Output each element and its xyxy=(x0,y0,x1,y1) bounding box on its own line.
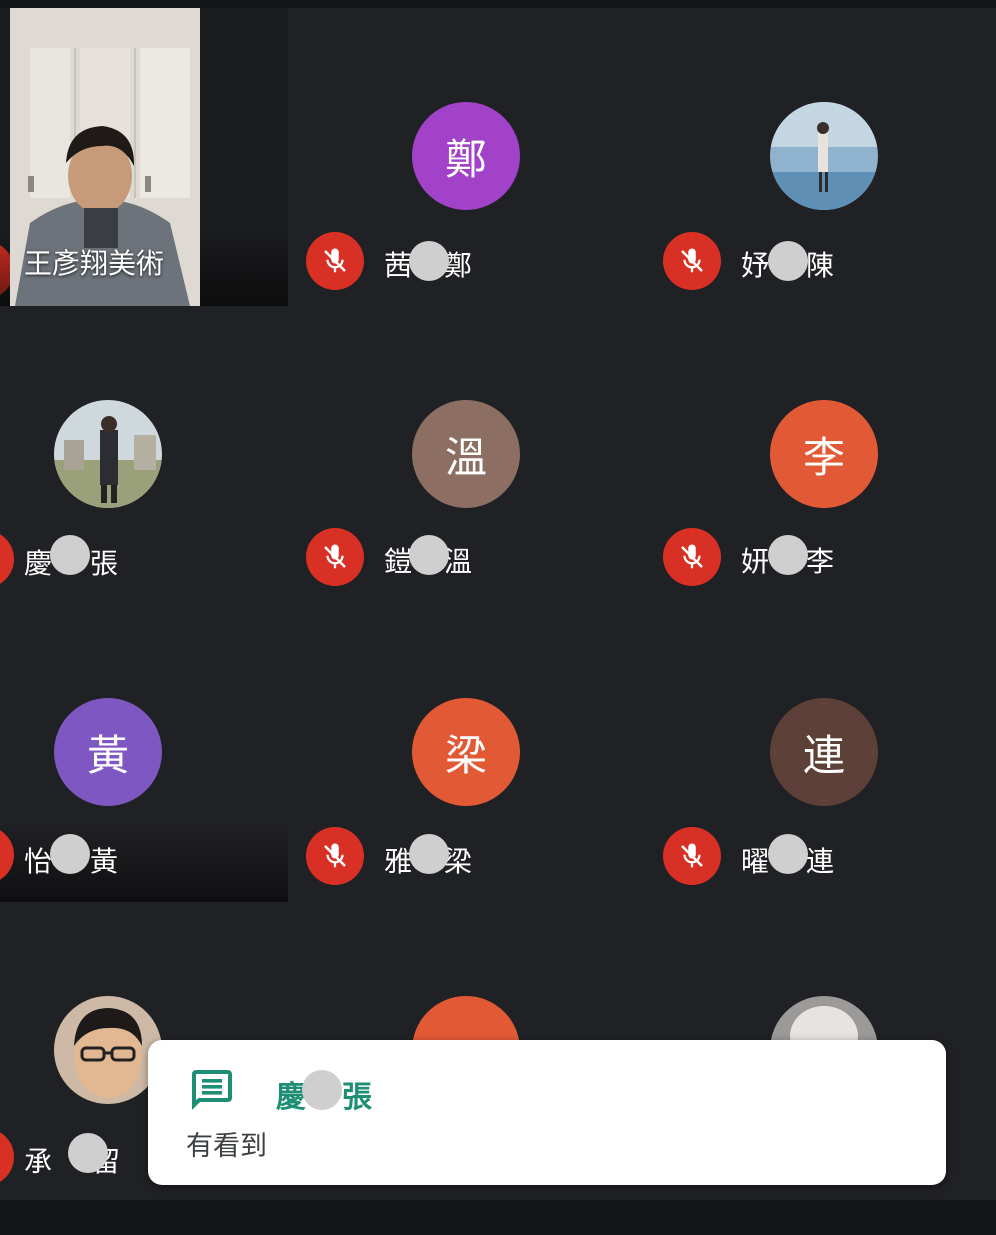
mic-off-badge xyxy=(663,827,721,885)
participant-name-end: 連 xyxy=(806,845,835,878)
participant-avatar: 溫 xyxy=(412,400,520,508)
participant-name-end: 梁 xyxy=(444,845,473,878)
mic-off-icon xyxy=(681,544,703,569)
participant-name-start: 雅 xyxy=(384,845,413,878)
participant-name-start: 茜 xyxy=(384,249,413,282)
redaction-dot xyxy=(768,535,808,575)
participant-avatar: 李 xyxy=(770,400,878,508)
mic-off-icon xyxy=(681,843,703,868)
photo xyxy=(54,400,162,508)
mic-off-badge xyxy=(306,232,364,290)
mic-off-icon xyxy=(324,544,346,569)
chat-sender-end: 張 xyxy=(342,1080,372,1115)
participant-tile[interactable]: 鄭 茜 鄭 xyxy=(288,8,644,306)
participant-avatar: 連 xyxy=(770,698,878,806)
participant-name-start: 怡 xyxy=(24,845,53,878)
mic-off-icon xyxy=(324,843,346,868)
participant-tile[interactable]: 妤 陳 xyxy=(644,8,996,306)
redaction-dot xyxy=(409,241,449,281)
mic-off-badge xyxy=(306,827,364,885)
photo xyxy=(54,996,162,1104)
mic-off-badge xyxy=(0,826,14,884)
mic-off-badge xyxy=(663,232,721,290)
participant-tile[interactable]: 溫 鎧 溫 xyxy=(288,306,644,604)
photo xyxy=(770,102,878,210)
participant-name-start: 慶 xyxy=(24,547,53,580)
participant-photo-avatar xyxy=(54,400,162,508)
participant-name-end: 陳 xyxy=(806,249,835,282)
participant-name-start: 妍 xyxy=(741,545,770,578)
participant-tile[interactable]: 連 曜 連 xyxy=(644,604,996,902)
redaction-dot xyxy=(68,1133,108,1173)
participant-avatar: 鄭 xyxy=(412,102,520,210)
redaction-dot xyxy=(409,834,449,874)
redaction-dot xyxy=(768,834,808,874)
participant-name-end: 黃 xyxy=(90,845,119,878)
redaction-dot xyxy=(768,241,808,281)
mic-off-icon xyxy=(324,248,346,273)
chat-message-text: 有看到 xyxy=(186,1131,267,1162)
redaction-dot xyxy=(302,1070,342,1110)
participant-name-start: 曜 xyxy=(741,845,770,878)
mic-off-badge xyxy=(0,530,14,588)
redaction-dot xyxy=(409,535,449,575)
redaction-dot xyxy=(50,834,90,874)
participant-photo-avatar xyxy=(770,102,878,210)
participant-photo-avatar xyxy=(54,996,162,1104)
redaction-dot xyxy=(50,535,90,575)
mic-off-icon xyxy=(681,248,703,273)
participant-tile[interactable]: 李 妍 李 xyxy=(644,306,996,604)
chat-message-toast[interactable]: 慶張 有看到 xyxy=(148,1040,946,1185)
participant-name-start: 鎧 xyxy=(384,545,413,578)
chat-bubble-icon xyxy=(192,1070,232,1110)
mic-off-badge xyxy=(306,528,364,586)
participant-name-end: 李 xyxy=(806,545,835,578)
participant-tile[interactable]: 慶 張 xyxy=(0,306,288,604)
participant-tile[interactable]: 梁 雅 梁 xyxy=(288,604,644,902)
participant-name-start: 妤 xyxy=(741,249,770,282)
participant-grid: 王彥翔美術 鄭 茜 鄭 妤 陳 慶 張 溫 鎧 溫 李 妍 李 黃 怡 黃 梁 … xyxy=(0,0,996,1200)
participant-name-end: 張 xyxy=(90,547,119,580)
participant-avatar: 黃 xyxy=(54,698,162,806)
mic-off-badge xyxy=(663,528,721,586)
bottom-bar xyxy=(0,1200,996,1235)
mic-off-badge xyxy=(0,1128,14,1186)
main-speaker-name: 王彥翔美術 xyxy=(24,247,165,280)
participant-name-start: 承 xyxy=(24,1145,53,1178)
participant-avatar: 梁 xyxy=(412,698,520,806)
participant-tile[interactable]: 黃 怡 黃 xyxy=(0,604,288,902)
